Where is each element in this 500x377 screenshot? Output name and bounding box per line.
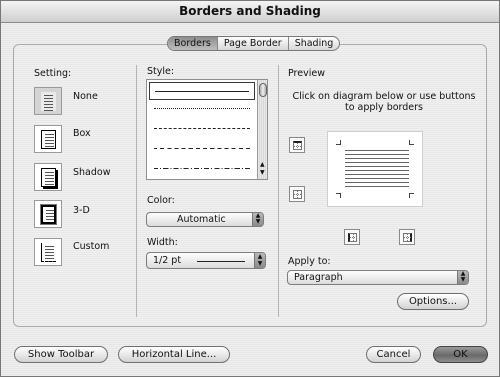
preview-text-lines — [345, 150, 409, 190]
shadow-setting-icon[interactable] — [34, 163, 62, 191]
popup-arrows-icon: ▲ ▼ — [457, 271, 468, 284]
width-popup[interactable]: 1/2 pt ▲ ▼ — [146, 252, 266, 269]
apply-to-label: Apply to: — [288, 256, 331, 267]
scroll-up-icon[interactable]: ▲ — [260, 162, 265, 168]
tab-page-border[interactable]: Page Border — [216, 37, 288, 50]
style-option-dotted[interactable] — [149, 100, 255, 118]
dialog-title: Borders and Shading — [1, 1, 499, 23]
ok-button[interactable]: OK — [433, 346, 488, 363]
setting-none-label: None — [73, 91, 98, 102]
popup-arrows-icon: ▲ ▼ — [252, 213, 263, 226]
apply-to-value: Paragraph — [294, 272, 343, 283]
top-border-icon — [293, 141, 302, 150]
width-label: Width: — [147, 237, 178, 248]
preview-diagram[interactable] — [327, 131, 423, 207]
right-border-icon — [403, 233, 412, 242]
popup-arrows-icon: ▲ ▼ — [254, 253, 265, 268]
style-option-solid[interactable] — [149, 82, 255, 100]
tab-borders[interactable]: Borders — [168, 37, 217, 50]
setting-box-label: Box — [73, 128, 91, 139]
style-option-dashed[interactable] — [149, 140, 255, 158]
horizontal-line-button[interactable]: Horizontal Line... — [118, 346, 230, 363]
color-popup[interactable]: Automatic ▲ ▼ — [146, 212, 264, 227]
top-border-button[interactable] — [289, 137, 305, 153]
borders-and-shading-dialog: Borders and Shading Borders Page Border … — [0, 0, 500, 377]
divider-left — [136, 65, 137, 317]
style-scroll-thumb[interactable] — [259, 83, 267, 97]
setting-shadow-label: Shadow — [73, 167, 111, 178]
tab-shading[interactable]: Shading — [287, 37, 340, 50]
options-button[interactable]: Options... — [397, 293, 469, 310]
setting-custom-label: Custom — [73, 241, 110, 252]
left-border-icon — [348, 233, 357, 242]
style-option-dashed-small[interactable] — [149, 120, 255, 138]
setting-3d-label: 3-D — [73, 205, 90, 216]
inside-horizontal-border-icon — [293, 190, 302, 199]
preview-heading: Preview — [288, 68, 325, 79]
preview-instructions: Click on diagram below or use buttons to… — [292, 91, 476, 113]
cancel-button[interactable]: Cancel — [366, 346, 421, 363]
custom-setting-icon[interactable] — [34, 238, 62, 266]
right-border-button[interactable] — [399, 229, 415, 245]
style-heading: Style: — [147, 66, 175, 77]
divider-right — [278, 65, 279, 317]
style-list[interactable]: ▲ ▼ — [146, 79, 268, 180]
3d-setting-icon[interactable] — [34, 200, 62, 228]
scroll-down-icon[interactable]: ▼ — [260, 170, 265, 176]
none-setting-icon[interactable] — [34, 87, 62, 115]
show-toolbar-button[interactable]: Show Toolbar — [14, 346, 108, 363]
inside-horizontal-border-button[interactable] — [289, 186, 305, 202]
width-value: 1/2 pt — [153, 255, 182, 266]
width-line-sample — [197, 261, 245, 262]
corner-mark — [336, 193, 341, 198]
corner-mark — [336, 140, 341, 145]
style-option-dash-dot[interactable] — [149, 160, 255, 178]
left-border-button[interactable] — [344, 229, 360, 245]
apply-to-popup[interactable]: Paragraph ▲ ▼ — [287, 270, 469, 285]
color-label: Color: — [147, 195, 175, 206]
corner-mark — [409, 193, 414, 198]
setting-heading: Setting: — [34, 68, 72, 79]
style-scrollbar[interactable]: ▲ ▼ — [257, 80, 267, 179]
corner-mark — [409, 140, 414, 145]
box-setting-icon[interactable] — [34, 125, 62, 153]
color-value: Automatic — [177, 214, 226, 225]
tab-bar: Borders Page Border Shading — [167, 36, 341, 51]
